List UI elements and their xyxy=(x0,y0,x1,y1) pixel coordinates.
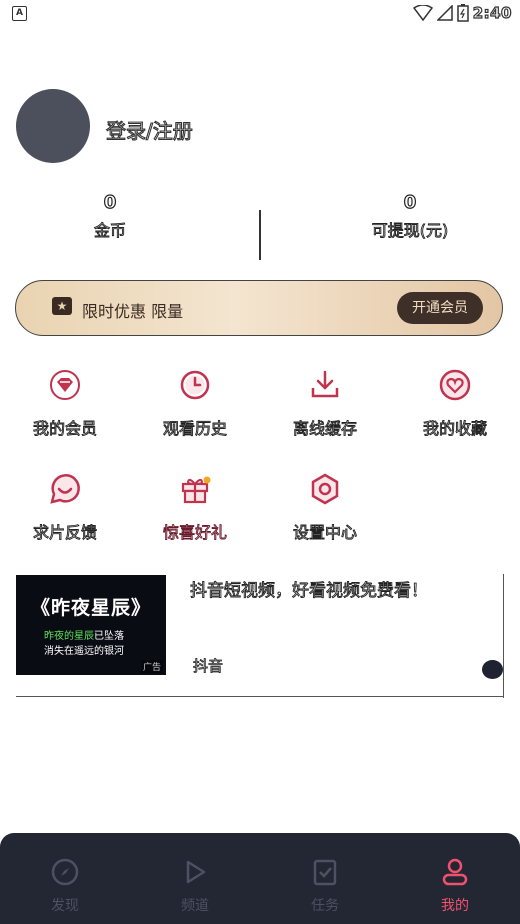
status-icons: 2:40 xyxy=(412,3,512,23)
ad-card-border xyxy=(503,574,504,698)
battery-icon xyxy=(456,4,469,22)
menu-label: 我的会员 xyxy=(32,419,98,439)
menu-label: 观看历史 xyxy=(162,419,228,439)
menu-label: 离线缓存 xyxy=(292,419,358,439)
tab-mine[interactable]: 我的 xyxy=(390,857,520,915)
ad-image[interactable]: 《昨夜星辰》 昨夜的星辰已坠落 消失在遥远的银河 广告 xyxy=(16,575,166,675)
tab-label: 频道 xyxy=(181,898,209,914)
open-vip-button[interactable]: 开通会员 xyxy=(397,292,483,324)
feedback-icon xyxy=(50,474,80,504)
ad-image-caption: 昨夜的星辰已坠落 xyxy=(44,631,124,642)
tab-tasks[interactable]: 任务 xyxy=(260,857,390,915)
tab-label: 我的 xyxy=(441,898,469,914)
ad-source: 抖音 xyxy=(193,657,224,676)
ad-tag: 广告 xyxy=(140,660,163,673)
coins-value: 0 xyxy=(103,191,117,213)
menu-item-watch-history[interactable]: 观看历史 xyxy=(130,368,260,439)
login-register-link[interactable]: 登录/注册 xyxy=(105,115,193,144)
withdrawable-label: 可提现(元) xyxy=(371,221,449,241)
ad-title[interactable]: 抖音短视频，好看视频免费看！ xyxy=(190,576,429,602)
withdrawable-value: 0 xyxy=(403,191,417,213)
withdrawable-stat[interactable]: 0 可提现(元) xyxy=(345,191,475,241)
clock-time: 2:40 xyxy=(472,3,512,22)
bottom-nav: 发现 频道 任务 我的 xyxy=(0,833,520,924)
menu-item-settings[interactable]: 设置中心 xyxy=(260,472,390,543)
clock-icon xyxy=(180,370,210,400)
task-icon xyxy=(313,859,337,886)
menu-item-favorites[interactable]: 我的收藏 xyxy=(390,368,520,439)
play-icon xyxy=(186,860,206,884)
coins-label: 金币 xyxy=(93,221,127,241)
ticket-star-icon: ★ xyxy=(52,297,72,315)
menu-label: 惊喜好礼 xyxy=(162,523,228,543)
vip-promo-text: 限时优惠 限量 xyxy=(82,302,184,321)
menu-label: 设置中心 xyxy=(292,523,358,543)
ad-close-dot[interactable] xyxy=(482,660,503,679)
wifi-icon xyxy=(412,5,433,21)
ad-image-title: 《昨夜星辰》 xyxy=(30,597,151,619)
coins-stat[interactable]: 0 金币 xyxy=(60,191,160,241)
download-icon xyxy=(311,370,339,398)
tab-channel[interactable]: 频道 xyxy=(130,857,260,915)
menu-item-feedback[interactable]: 求片反馈 xyxy=(0,472,130,543)
settings-icon xyxy=(311,473,339,505)
gift-icon xyxy=(181,476,211,504)
tab-label: 任务 xyxy=(311,898,339,914)
user-icon xyxy=(442,858,468,886)
vip-diamond-icon xyxy=(50,370,80,400)
status-bar: A 2:40 xyxy=(0,0,520,26)
app-notification-icon: A xyxy=(12,6,27,21)
menu-item-offline-cache[interactable]: 离线缓存 xyxy=(260,368,390,439)
menu-label: 我的收藏 xyxy=(422,419,488,439)
vip-banner[interactable]: ★ 限时优惠 限量 开通会员 xyxy=(15,280,503,336)
ad-card-border xyxy=(16,696,504,697)
ad-image-caption: 消失在遥远的银河 xyxy=(44,646,124,657)
signal-icon xyxy=(436,5,453,21)
tab-discover[interactable]: 发现 xyxy=(0,857,130,915)
menu-item-surprise-gift[interactable]: 惊喜好礼 xyxy=(130,472,260,543)
avatar[interactable] xyxy=(16,89,90,163)
heart-icon xyxy=(439,369,471,401)
menu-label: 求片反馈 xyxy=(32,523,98,543)
menu-item-my-vip[interactable]: 我的会员 xyxy=(0,368,130,439)
stats-divider xyxy=(259,210,261,260)
tab-label: 发现 xyxy=(51,898,79,914)
compass-icon xyxy=(51,858,79,886)
